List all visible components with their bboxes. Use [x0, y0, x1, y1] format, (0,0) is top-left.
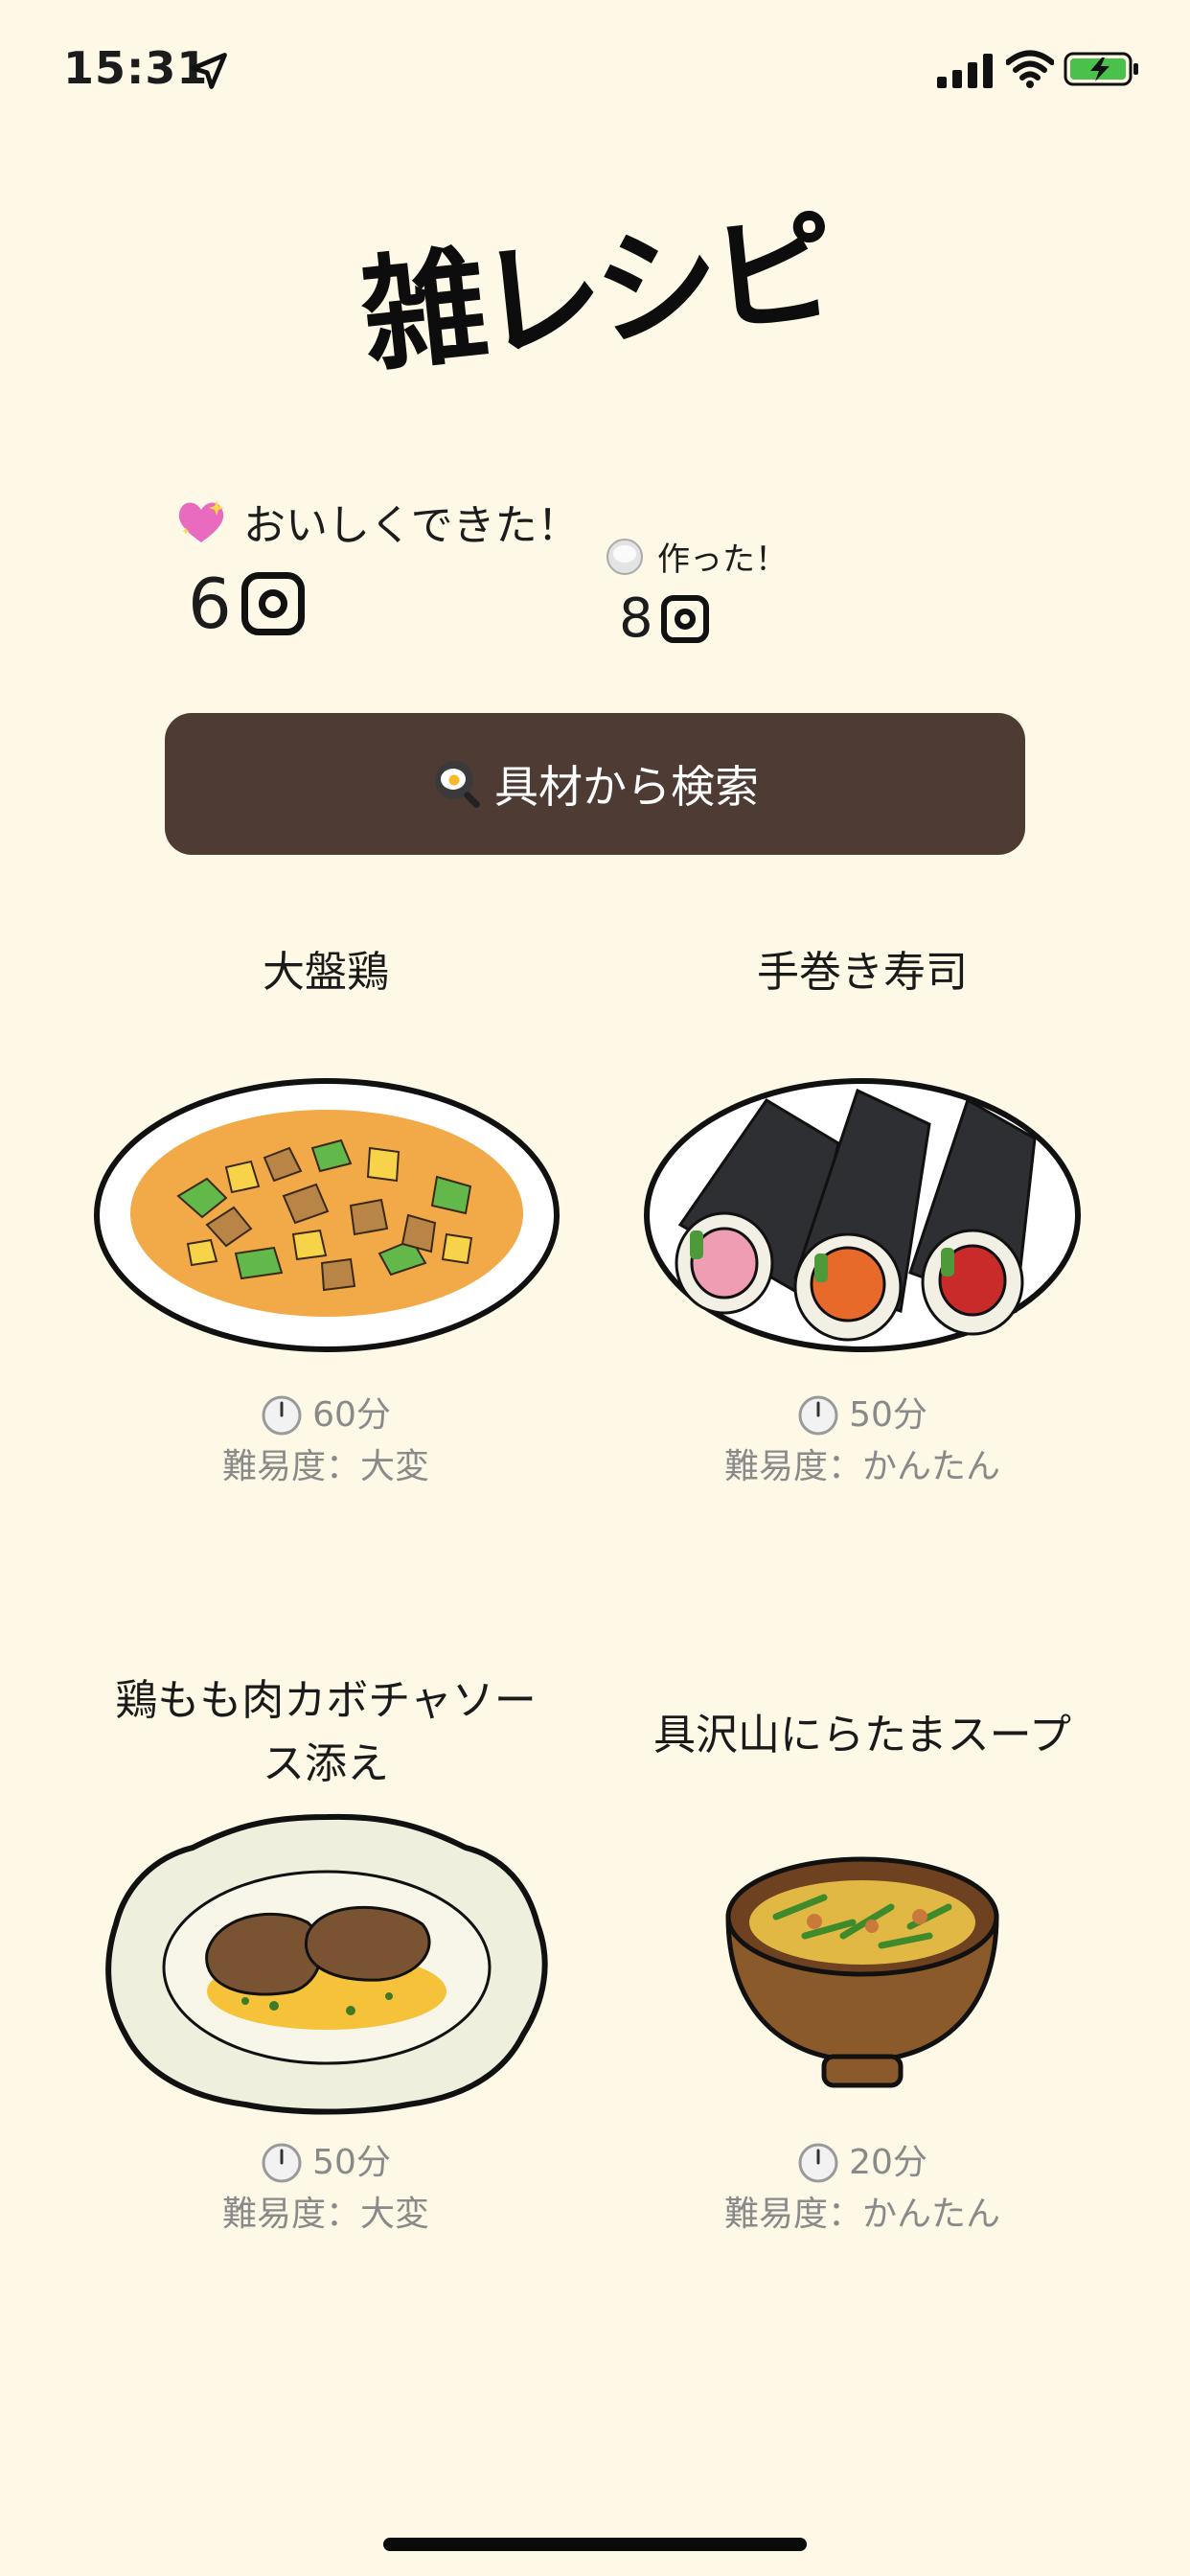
- recipe-time: 20分: [849, 2143, 927, 2182]
- clock-icon: [262, 1395, 302, 1436]
- delicious-count-value: 6: [188, 564, 232, 644]
- recipe-difficulty: 難易度：かんたん: [723, 2195, 1000, 2234]
- sparkling-heart-icon: [178, 500, 224, 542]
- recipe-image-nira-egg-soup: [725, 1856, 999, 2088]
- wifi-icon: [1006, 50, 1054, 88]
- made-count: 8: [619, 592, 709, 646]
- recipe-difficulty: 難易度：大変: [221, 1447, 429, 1486]
- count-ring-icon: [240, 572, 305, 635]
- made-label-text: 作った！: [657, 540, 788, 579]
- recipe-card-temaki-sushi[interactable]: 手巻き寿司 50分 難易度：かんたん: [594, 939, 1131, 1514]
- clock-icon: [262, 2143, 302, 2183]
- plate-icon: [606, 538, 643, 575]
- recipe-card-chicken-pumpkin-sauce[interactable]: 鶏もも肉カボチャソー ス添え 50分 難易度：大変: [57, 1668, 594, 2262]
- clock-icon: [798, 1395, 838, 1436]
- recipe-title: 手巻き寿司: [757, 948, 968, 997]
- recipe-image-dapanji: [94, 1078, 560, 1352]
- delicious-count: 6: [188, 569, 305, 638]
- recipe-title: 具沢山にらたまスープ: [652, 1711, 1072, 1760]
- recipe-meta: 50分 難易度：大変: [57, 2137, 594, 2241]
- recipe-difficulty: 難易度：大変: [221, 2195, 429, 2234]
- app-logo: 雑レシピ: [355, 144, 835, 422]
- recipe-meta: 60分 難易度：大変: [57, 1390, 594, 1493]
- made-stat-label: 作った！: [606, 533, 788, 580]
- recipe-card-dapanji[interactable]: 大盤鶏 60分 難易度：大変: [57, 939, 594, 1514]
- recipe-meta: 20分 難易度：かんたん: [594, 2137, 1131, 2241]
- recipe-difficulty: 難易度：かんたん: [723, 1447, 1000, 1486]
- battery-charging-icon: [1064, 52, 1138, 86]
- recipe-title-line2: ス添え: [263, 1739, 389, 1788]
- location-arrow-icon: [191, 53, 227, 89]
- ingredient-search-button[interactable]: 具材から検索: [165, 713, 1025, 855]
- count-ring-icon: [660, 595, 709, 643]
- delicious-label-text: おいしくできた！: [243, 501, 580, 550]
- recipe-title: 大盤鶏: [263, 948, 389, 997]
- frying-pan-egg-icon: [435, 761, 480, 809]
- home-indicator[interactable]: [383, 2538, 807, 2551]
- recipe-card-nira-egg-soup[interactable]: 具沢山にらたまスープ 20分 難易度：かんたん: [594, 1668, 1131, 2262]
- recipe-time: 50分: [849, 1395, 927, 1435]
- recipe-image-chicken-pumpkin: [105, 1813, 548, 2115]
- recipe-meta: 50分 難易度：かんたん: [594, 1390, 1131, 1493]
- status-time: 15:31: [63, 42, 209, 94]
- clock-icon: [798, 2143, 838, 2183]
- cellular-signal-icon: [937, 54, 993, 88]
- recipe-title-line1: 鶏もも肉カボチャソー: [115, 1676, 537, 1725]
- made-count-value: 8: [619, 587, 653, 650]
- recipe-time: 50分: [312, 2143, 391, 2182]
- recipe-image-temaki-sushi: [644, 1078, 1081, 1352]
- delicious-stat-label: おいしくできた！: [174, 491, 580, 552]
- recipe-time: 60分: [312, 1395, 391, 1435]
- app-logo-text: 雑レシピ: [355, 195, 835, 391]
- ingredient-search-label: 具材から検索: [494, 761, 759, 813]
